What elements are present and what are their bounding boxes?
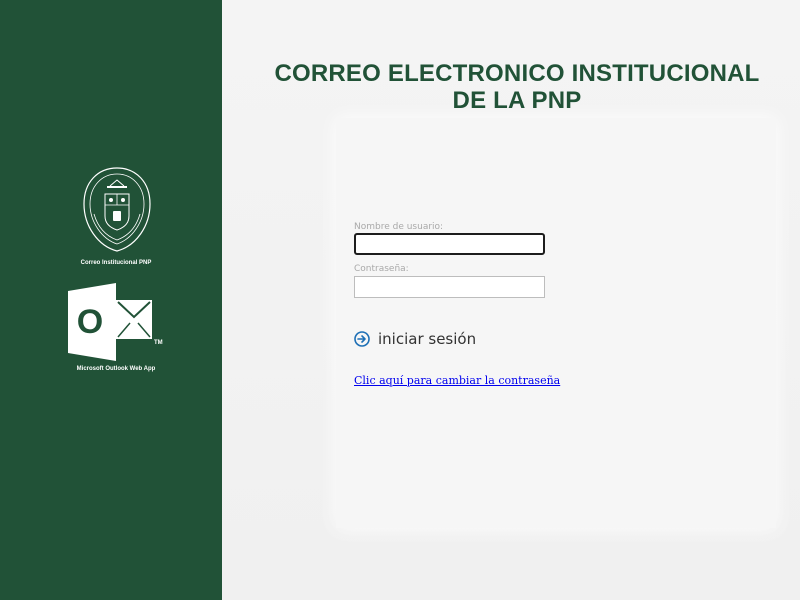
- outlook-caption: Microsoft Outlook Web App: [76, 366, 156, 372]
- password-input[interactable]: [354, 276, 545, 298]
- sidebar: Correo Institucional PNP O TM Microsoft …: [0, 0, 222, 600]
- outlook-logo-icon: O TM: [68, 283, 163, 361]
- page-title: CORREO ELECTRONICO INSTITUCIONAL DE LA P…: [262, 60, 772, 114]
- page-title-line-2: DE LA PNP: [452, 87, 582, 114]
- username-label: Nombre de usuario:: [354, 222, 444, 232]
- login-panel: [336, 118, 776, 528]
- change-password-link[interactable]: Clic aquí para cambiar la contraseña: [354, 374, 560, 387]
- arrow-right-circle-icon: [354, 331, 370, 347]
- page-title-line-1: CORREO ELECTRONICO INSTITUCIONAL: [274, 60, 760, 87]
- outlook-logo-letter: O: [77, 303, 103, 341]
- outlook-trademark: TM: [154, 340, 163, 346]
- emblem-caption: Correo Institucional PNP: [80, 260, 152, 266]
- signin-label: iniciar sesión: [378, 330, 477, 348]
- username-input[interactable]: [354, 233, 545, 255]
- pnp-emblem-icon: [83, 167, 151, 252]
- signin-button[interactable]: iniciar sesión: [354, 328, 476, 350]
- password-label: Contraseña:: [354, 264, 409, 274]
